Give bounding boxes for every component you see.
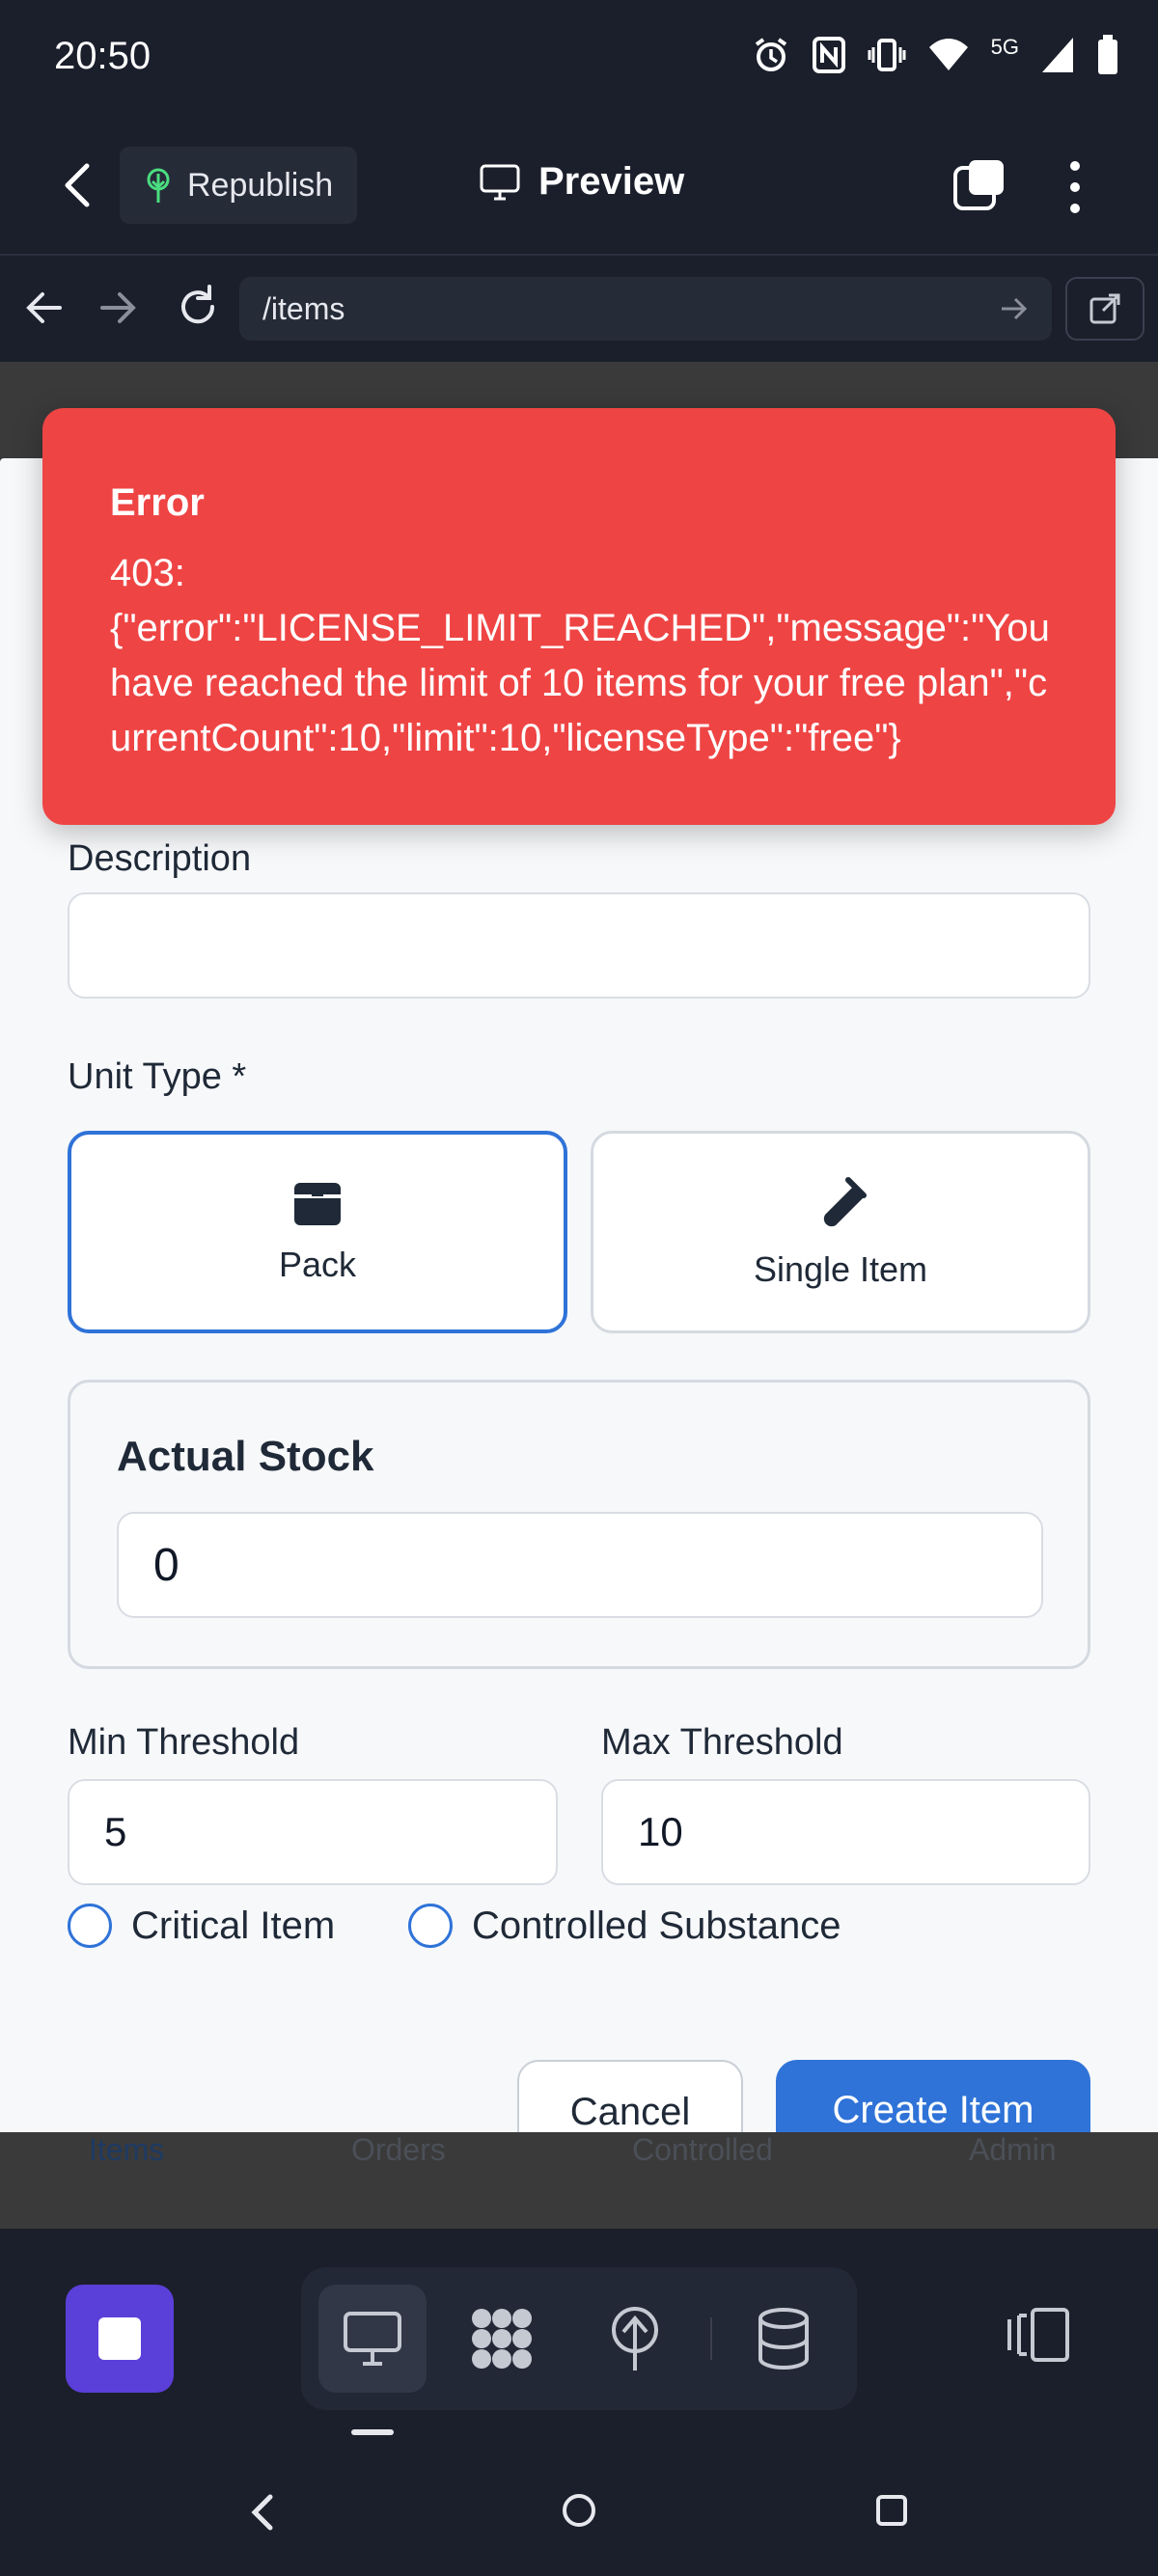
chevron-left-icon	[65, 163, 90, 207]
reload-button[interactable]	[174, 283, 222, 336]
unit-type-pack-option[interactable]: Pack	[68, 1131, 567, 1333]
reload-icon	[181, 285, 215, 324]
open-external-button[interactable]	[1065, 277, 1144, 341]
database-icon	[758, 2308, 809, 2370]
actual-stock-input[interactable]: 0	[117, 1512, 1043, 1618]
deploy-icon	[612, 2307, 658, 2370]
min-threshold-input[interactable]: 5	[68, 1779, 558, 1885]
stop-app-button[interactable]	[66, 2285, 174, 2393]
wifi-icon	[928, 39, 968, 70]
split-view-icon	[1007, 2308, 1069, 2362]
page-nav-items[interactable]: Items	[89, 2132, 164, 2168]
description-label: Description	[68, 838, 252, 879]
tool-group	[301, 2267, 857, 2410]
controlled-substance-toggle[interactable]	[408, 1904, 453, 1948]
actual-stock-label: Actual Stock	[117, 1433, 374, 1480]
system-home-icon[interactable]	[560, 2491, 598, 2530]
url-input[interactable]: /items	[239, 277, 1052, 341]
back-button[interactable]	[58, 156, 106, 214]
browser-back-button[interactable]	[23, 287, 66, 334]
monitor-icon	[344, 2312, 401, 2366]
system-recents-icon[interactable]	[874, 2493, 909, 2528]
signal-icon	[1042, 38, 1073, 72]
more-vertical-icon	[1070, 161, 1080, 213]
arrow-right-icon	[100, 292, 136, 323]
unit-type-single-item-option[interactable]: Single Item	[591, 1131, 1090, 1333]
bottom-toolbar	[0, 2229, 1158, 2451]
stop-icon	[98, 2317, 141, 2360]
battery-icon	[1098, 35, 1117, 74]
box-icon	[294, 1183, 341, 1225]
split-view-button[interactable]	[1004, 2306, 1073, 2369]
monitor-icon	[480, 164, 520, 200]
tool-indicator	[351, 2429, 394, 2435]
workflow-icon	[472, 2309, 532, 2369]
status-icons: 5G	[752, 35, 1119, 75]
critical-item-toggle[interactable]	[68, 1904, 112, 1948]
status-time: 20:50	[54, 35, 152, 77]
single-item-label: Single Item	[753, 1249, 928, 1289]
unit-type-label: Unit Type *	[68, 1056, 247, 1097]
toast-title: Error	[110, 481, 205, 524]
alarm-icon	[755, 38, 786, 71]
vibrate-icon	[868, 39, 906, 71]
tabs-button[interactable]	[951, 158, 1006, 212]
error-toast[interactable]: Error 403: {"error":"LICENSE_LIMIT_REACH…	[42, 408, 1116, 825]
max-threshold-label: Max Threshold	[601, 1722, 843, 1763]
nfc-icon	[812, 37, 845, 73]
arrow-left-icon	[26, 292, 62, 323]
deploy-icon	[147, 168, 170, 203]
critical-item-label: Critical Item	[131, 1904, 336, 1947]
url-text: /items	[262, 290, 345, 326]
system-back-icon[interactable]	[247, 2491, 276, 2534]
republish-label: Republish	[187, 166, 334, 204]
page-nav-orders[interactable]: Orders	[351, 2132, 446, 2168]
test-tube-icon	[823, 1177, 867, 1227]
preview-tool-button[interactable]	[318, 2285, 427, 2393]
tool-divider	[710, 2317, 712, 2360]
toast-message: 403: {"error":"LICENSE_LIMIT_REACHED","m…	[110, 552, 1050, 759]
page-bottom-nav: Items Orders Controlled Admin	[0, 2132, 1158, 2229]
critical-item-checkbox[interactable]: Critical Item	[68, 1904, 335, 1948]
url-bar: /items	[0, 258, 1158, 362]
browser-forward-button[interactable]	[96, 287, 139, 334]
network-type: 5G	[990, 35, 1019, 59]
description-input[interactable]	[68, 892, 1090, 999]
go-arrow-icon[interactable]	[998, 292, 1031, 325]
deploy-tool-button[interactable]	[581, 2285, 689, 2393]
preview-title: Preview	[479, 160, 684, 204]
database-tool-button[interactable]	[730, 2285, 838, 2393]
republish-button[interactable]: Republish	[120, 147, 357, 224]
page-nav-admin[interactable]: Admin	[969, 2132, 1057, 2168]
max-threshold-input[interactable]: 10	[601, 1779, 1090, 1885]
preview-label: Preview	[538, 160, 685, 203]
controlled-substance-checkbox[interactable]: Controlled Substance	[408, 1904, 841, 1948]
external-link-icon	[1089, 293, 1120, 324]
min-threshold-label: Min Threshold	[68, 1722, 300, 1763]
tabs-icon	[953, 160, 1004, 210]
pack-label: Pack	[278, 1245, 357, 1284]
status-bar: 20:50 5G	[0, 0, 1158, 116]
page-nav-controlled[interactable]: Controlled	[632, 2132, 773, 2168]
app-header: Republish Preview	[0, 116, 1158, 256]
controlled-substance-label: Controlled Substance	[472, 1904, 841, 1947]
workflows-tool-button[interactable]	[448, 2285, 556, 2393]
more-options-button[interactable]	[1058, 158, 1092, 216]
system-navigation-bar	[0, 2451, 1158, 2576]
actual-stock-card: Actual Stock 0	[68, 1380, 1090, 1669]
